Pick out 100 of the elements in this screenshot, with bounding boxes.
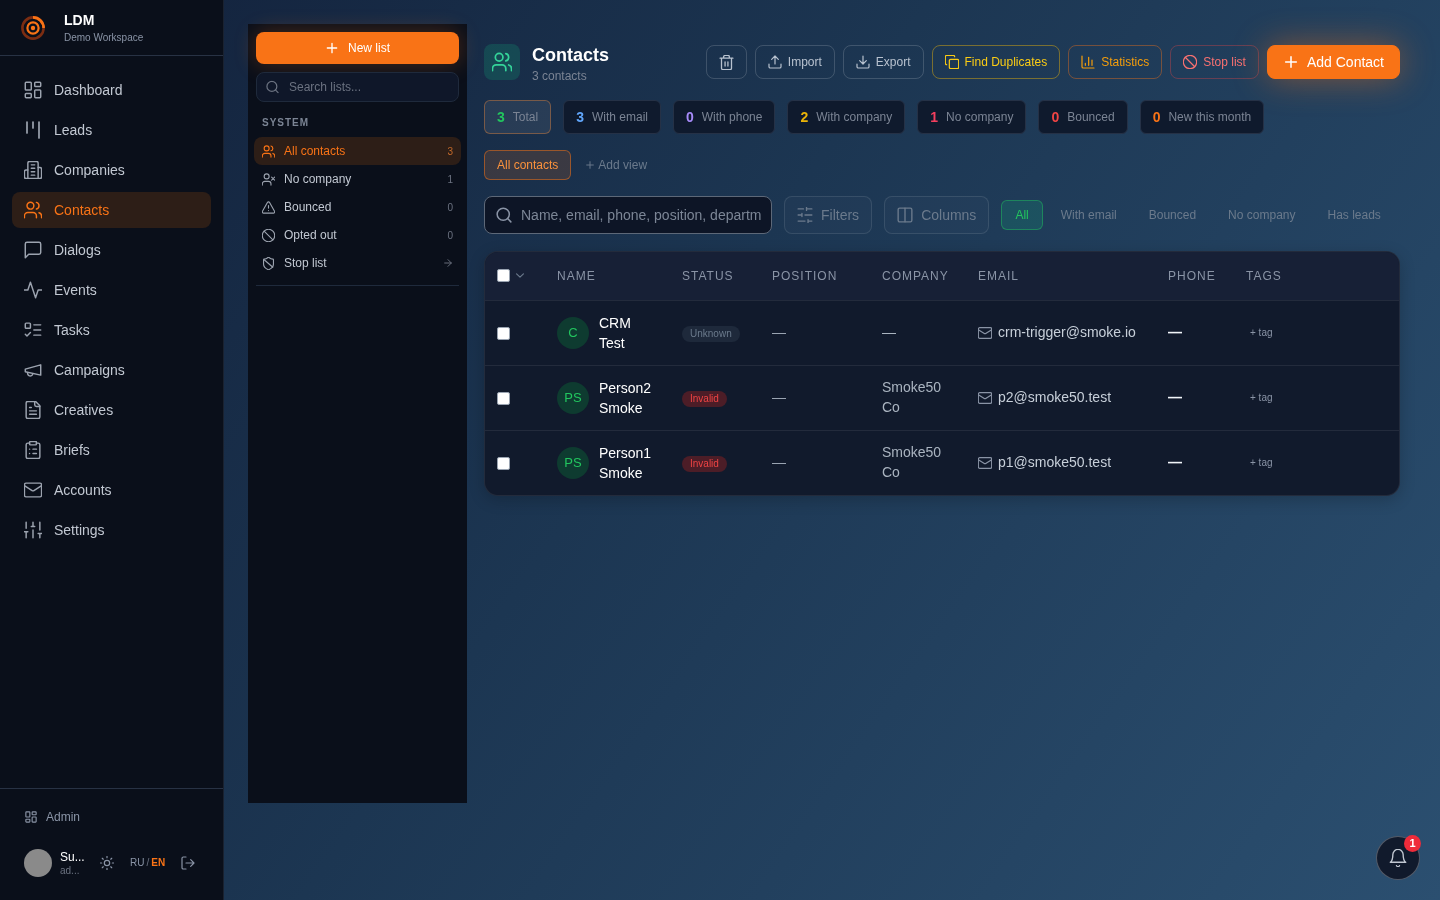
bars-icon [24, 121, 42, 139]
filter-chip[interactable]: All [1001, 200, 1043, 230]
users-icon [262, 144, 275, 158]
search-input[interactable]: Name, email, phone, position, departm [484, 196, 772, 234]
shield-slash-icon [262, 256, 275, 270]
notifications-button[interactable]: 1 [1376, 836, 1420, 880]
users-icon [24, 201, 42, 219]
table-cell: — [772, 324, 786, 340]
email-text: p2@smoke50.test [998, 388, 1112, 407]
search-icon [496, 207, 512, 223]
sidebar-item[interactable]: Accounts [12, 472, 211, 508]
admin-link[interactable]: Admin [25, 809, 80, 825]
logout-icon[interactable] [181, 856, 195, 870]
sidebar-item[interactable]: Dialogs [12, 232, 211, 268]
status-badge: Unknown [682, 326, 740, 342]
sidebar-item[interactable]: Events [12, 272, 211, 308]
sidebar-item[interactable]: Companies [12, 152, 211, 188]
column-header: TAGS [1246, 268, 1282, 283]
select-all-checkbox[interactable] [497, 269, 510, 283]
arrow-right-icon [443, 258, 453, 268]
list-item[interactable]: Stop list [254, 249, 461, 277]
stop-list-button[interactable]: Stop list [1170, 45, 1259, 79]
sun-icon[interactable] [100, 856, 114, 870]
bar-chart-icon [1081, 55, 1096, 69]
status-badge: Invalid [682, 391, 727, 407]
envelope-icon [978, 455, 992, 470]
plus-icon [1282, 54, 1299, 70]
workspace-name: Demo Workspace [64, 30, 144, 44]
contact-count: 3 contacts [532, 68, 587, 84]
contact-avatar: C [557, 316, 589, 349]
contact-name[interactable]: Person2 Smoke [599, 377, 657, 418]
contact-name[interactable]: Person1 Smoke [599, 442, 657, 483]
list-item[interactable]: No company 1 [254, 165, 461, 193]
stat-filter[interactable]: 0 New this month [1139, 100, 1265, 134]
list-item[interactable]: Bounced 0 [254, 193, 461, 221]
sidebar-item[interactable]: Tasks [12, 312, 211, 348]
column-header: EMAIL [978, 268, 1019, 283]
stat-filter[interactable]: 3 Total [484, 100, 552, 134]
document-icon [24, 401, 42, 419]
column-header: POSITION [772, 268, 838, 283]
stat-filter[interactable]: 0 Bounced [1038, 100, 1128, 134]
table-cell-text: Smoke50 Co [882, 378, 943, 417]
stat-filter[interactable]: 3 With email [563, 100, 661, 134]
stat-filter[interactable]: 2 With company [787, 100, 906, 134]
caret-icon[interactable] [516, 273, 524, 279]
search-input[interactable]: Search lists... [256, 72, 459, 102]
sidebar-item[interactable]: Dashboard [12, 72, 211, 108]
row-checkbox[interactable] [497, 457, 510, 471]
logo-icon [21, 15, 45, 40]
sidebar-item[interactable]: Contacts [12, 192, 211, 228]
trash-icon [718, 54, 734, 70]
add-tag-button[interactable]: + tag [1246, 389, 1277, 405]
export-button[interactable]: Export [842, 45, 924, 79]
sidebar-item[interactable]: Creatives [12, 392, 211, 428]
stat-filter[interactable]: 1 No company [917, 100, 1027, 134]
email-text: crm-trigger@smoke.io [998, 323, 1136, 342]
contact-name[interactable]: CRM Test [599, 312, 657, 353]
status-badge: Invalid [682, 456, 727, 473]
sliders-icon [24, 521, 42, 539]
search-icon [266, 80, 279, 94]
item-count: 1 [447, 172, 453, 187]
list-item[interactable]: Opted out 0 [254, 221, 461, 249]
section-heading: SYSTEM [261, 117, 311, 129]
clipboard-icon [24, 441, 42, 459]
add-tag-button[interactable]: + tag [1246, 454, 1277, 470]
envelope-icon [978, 325, 992, 340]
row-checkbox[interactable] [497, 391, 510, 405]
language-option[interactable]: EN [151, 857, 166, 869]
table-cell: — [1168, 389, 1182, 405]
item-count: 0 [447, 228, 453, 243]
add-tag-button[interactable]: + tag [1246, 324, 1277, 340]
list-item[interactable]: All contacts 3 [254, 137, 461, 165]
user-name: Su... [60, 849, 85, 864]
bell-icon [1389, 849, 1407, 867]
table-cell-text: — [882, 323, 896, 342]
email-text: p1@smoke50.test [998, 453, 1112, 473]
warning-triangle-icon [262, 200, 275, 214]
upload-icon [767, 55, 782, 69]
prohibited-icon [262, 228, 275, 242]
row-checkbox[interactable] [497, 326, 510, 340]
copy-icon [944, 55, 959, 69]
delete-button[interactable] [705, 45, 747, 79]
sidebar-item[interactable]: Leads [12, 112, 211, 148]
contact-avatar: PS [557, 381, 589, 414]
stat-filter[interactable]: 0 With phone [672, 100, 776, 134]
import-button[interactable]: Import [754, 45, 835, 79]
sidebar-item[interactable]: Campaigns [12, 352, 211, 388]
stat-value: 2 [800, 107, 809, 127]
find-duplicates-button[interactable]: Find Duplicates [931, 45, 1061, 79]
sidebar-item[interactable]: Briefs [12, 432, 211, 468]
stat-value: 3 [497, 107, 505, 127]
language-separator: / [146, 857, 150, 869]
view-tab[interactable]: All contacts [484, 150, 572, 180]
item-count: 3 [447, 144, 453, 159]
statistics-button[interactable]: Statistics [1068, 45, 1163, 79]
stat-value: 0 [685, 107, 694, 127]
column-header: COMPANY [882, 268, 949, 283]
language-option[interactable]: RU [130, 857, 145, 869]
plus-icon [325, 41, 339, 55]
sidebar-item[interactable]: Settings [12, 512, 211, 548]
